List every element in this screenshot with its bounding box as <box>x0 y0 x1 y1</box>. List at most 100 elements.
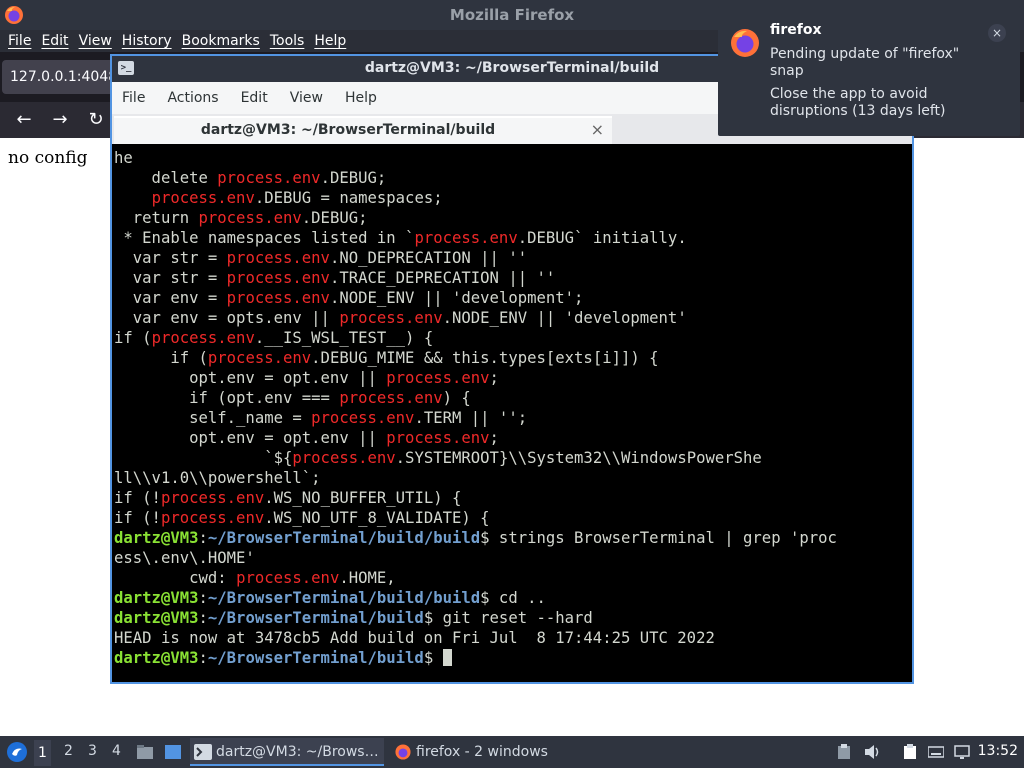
taskbar-task-firefox[interactable]: firefox - 2 windows <box>390 738 560 766</box>
terminal-menu-help[interactable]: Help <box>345 90 377 106</box>
terminal-line: return process.env.DEBUG; <box>114 208 910 228</box>
terminal-text-segment: process.env <box>292 449 396 467</box>
notification-popup[interactable]: firefox × Pending update of "firefox" sn… <box>718 6 1020 136</box>
taskbar-task-label: firefox - 2 windows <box>416 744 548 760</box>
terminal-text-segment: .DEBUG; <box>320 169 387 187</box>
start-menu-icon[interactable] <box>6 741 28 763</box>
terminal-line: delete process.env.DEBUG; <box>114 168 910 188</box>
firefox-tab[interactable]: 127.0.0.1:4048 <box>2 60 122 94</box>
firefox-menu-history[interactable]: History <box>122 33 172 49</box>
terminal-output[interactable]: he delete process.env.DEBUG; process.env… <box>112 144 912 682</box>
notification-app-name: firefox <box>770 22 822 38</box>
show-desktop-icon[interactable] <box>164 744 182 760</box>
terminal-text-segment: .SYSTEMROOT}\\System32\\WindowsPowerShe <box>395 449 762 467</box>
keyboard-icon[interactable] <box>928 744 944 760</box>
terminal-text-segment: process.env <box>386 369 490 387</box>
terminal-text-segment: * Enable namespaces listed in ` <box>114 229 415 247</box>
workspace-1[interactable]: 1 <box>34 740 51 766</box>
terminal-text-segment: process.env <box>226 249 330 267</box>
terminal-text-segment: cwd: <box>114 569 237 587</box>
terminal-text-segment: if (! <box>114 489 161 507</box>
terminal-text-segment: .DEBUG; <box>301 209 368 227</box>
back-arrow-icon[interactable]: ← <box>12 108 36 132</box>
terminal-line: var env = opts.env || process.env.NODE_E… <box>114 308 910 328</box>
firefox-menu-bookmarks[interactable]: Bookmarks <box>182 33 260 49</box>
terminal-line: `${process.env.SYSTEMROOT}\\System32\\Wi… <box>114 448 910 468</box>
network-icon[interactable] <box>954 744 970 760</box>
terminal-line: var str = process.env.NO_DEPRECATION || … <box>114 248 910 268</box>
forward-arrow-icon[interactable]: → <box>48 108 72 132</box>
terminal-text-segment: process.env <box>311 409 415 427</box>
terminal-text-segment: if ( <box>114 329 152 347</box>
terminal-line: if (process.env.__IS_WSL_TEST__) { <box>114 328 910 348</box>
terminal-text-segment: process.env <box>151 189 255 207</box>
firefox-icon <box>731 29 759 57</box>
terminal-text-segment: opt.env = opt.env || <box>114 429 387 447</box>
terminal-line: ll\\v1.0\\powershell`; <box>114 468 910 488</box>
firefox-icon <box>395 744 411 760</box>
terminal-tab[interactable]: dartz@VM3: ~/BrowserTerminal/build × <box>114 116 612 144</box>
terminal-text-segment: : <box>198 649 208 667</box>
terminal-text-segment: ; <box>489 369 499 387</box>
terminal-text-segment: `${ <box>114 449 293 467</box>
terminal-line: if (!process.env.WS_NO_UTF_8_VALIDATE) { <box>114 508 910 528</box>
terminal-menu-actions[interactable]: Actions <box>167 90 218 106</box>
terminal-menu-edit[interactable]: Edit <box>241 90 268 106</box>
terminal-window: >_ dartz@VM3: ~/BrowserTerminal/build Fi… <box>110 54 914 684</box>
terminal-line: opt.env = opt.env || process.env; <box>114 368 910 388</box>
terminal-text-segment: .NODE_ENV || 'development'; <box>329 289 584 307</box>
terminal-text-segment: process.env <box>226 289 330 307</box>
firefox-menu-help[interactable]: Help <box>314 33 346 49</box>
terminal-line: HEAD is now at 3478cb5 Add build on Fri … <box>114 628 910 648</box>
terminal-text-segment: ess\.env\.HOME' <box>114 549 255 567</box>
terminal-tab-label: dartz@VM3: ~/BrowserTerminal/build <box>200 122 496 138</box>
terminal-line: he <box>114 148 910 168</box>
volume-icon[interactable] <box>864 744 880 760</box>
terminal-text-segment: dartz@VM3 <box>114 529 199 547</box>
terminal-text-segment: process.env <box>160 489 265 507</box>
terminal-text-segment: .DEBUG = namespaces; <box>254 189 443 207</box>
terminal-text-segment: process.env <box>339 309 443 327</box>
terminal-cursor <box>442 649 452 666</box>
firefox-menu-tools[interactable]: Tools <box>270 33 305 49</box>
terminal-line: if (!process.env.WS_NO_BUFFER_UTIL) { <box>114 488 910 508</box>
clipboard-icon[interactable] <box>836 744 852 760</box>
terminal-text-segment: : <box>198 589 208 607</box>
close-icon[interactable]: × <box>988 24 1006 42</box>
terminal-text-segment: : <box>198 529 208 547</box>
workspace-2[interactable]: 2 <box>64 743 73 759</box>
terminal-line: dartz@VM3:~/BrowserTerminal/build$ <box>114 648 910 668</box>
clipboard-manager-icon[interactable] <box>902 744 918 760</box>
terminal-menu-file[interactable]: File <box>122 90 145 106</box>
terminal-text-segment: $ <box>423 649 443 667</box>
terminal-text-segment: dartz@VM3 <box>114 589 199 607</box>
terminal-text-segment: .TERM || ''; <box>414 409 528 427</box>
close-icon[interactable]: × <box>591 120 604 139</box>
file-manager-icon[interactable] <box>136 744 154 760</box>
terminal-text-segment: process.env <box>207 349 312 367</box>
firefox-menu-file[interactable]: File <box>8 33 31 49</box>
terminal-line: if (process.env.DEBUG_MIME && this.types… <box>114 348 910 368</box>
workspace-4[interactable]: 4 <box>112 743 121 759</box>
terminal-text-segment: HEAD is now at 3478cb5 Add build on Fri … <box>114 629 715 647</box>
terminal-line: * Enable namespaces listed in `process.e… <box>114 228 910 248</box>
terminal-text-segment: delete <box>114 169 218 187</box>
terminal-text-segment: process.env <box>386 429 490 447</box>
terminal-text-segment: .WS_NO_BUFFER_UTIL) { <box>264 489 462 507</box>
terminal-text-segment: ) { <box>442 389 471 407</box>
taskbar-task-terminal[interactable]: dartz@VM3: ~/Brows… <box>190 738 384 766</box>
firefox-menu-edit[interactable]: Edit <box>41 33 68 49</box>
reload-icon[interactable]: ↻ <box>84 108 108 132</box>
terminal-text-segment: var env = opts.env || <box>114 309 340 327</box>
terminal-text-segment: return <box>114 209 199 227</box>
terminal-line: var env = process.env.NODE_ENV || 'devel… <box>114 288 910 308</box>
terminal-text-segment: .DEBUG` initially. <box>517 229 687 247</box>
notification-body: Close the app to avoid disruptions (13 d… <box>770 86 946 119</box>
workspace-3[interactable]: 3 <box>88 743 97 759</box>
terminal-line: opt.env = opt.env || process.env; <box>114 428 910 448</box>
terminal-line: if (opt.env === process.env) { <box>114 388 910 408</box>
terminal-line: dartz@VM3:~/BrowserTerminal/build$ git r… <box>114 608 910 628</box>
terminal-menu-view[interactable]: View <box>290 90 323 106</box>
firefox-menu-view[interactable]: View <box>79 33 112 49</box>
